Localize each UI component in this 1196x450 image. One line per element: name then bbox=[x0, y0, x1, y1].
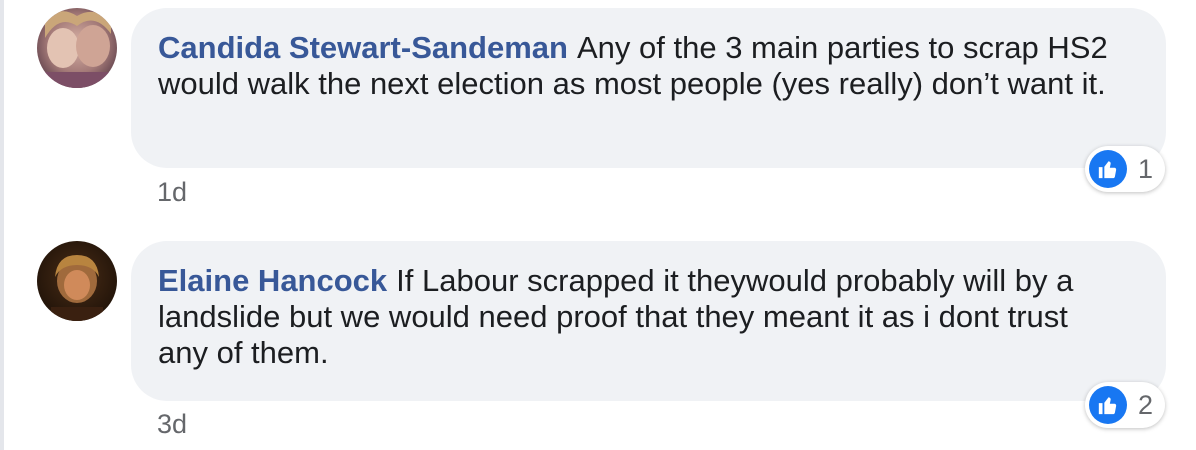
timestamp[interactable]: 3d bbox=[157, 409, 187, 440]
reaction-count: 2 bbox=[1138, 389, 1154, 420]
like-icon bbox=[1089, 386, 1127, 424]
comment: Candida Stewart-Sandeman Any of the 3 mai… bbox=[0, 0, 1196, 225]
like-icon bbox=[1089, 150, 1127, 188]
avatar[interactable] bbox=[37, 241, 117, 321]
avatar[interactable] bbox=[37, 8, 117, 88]
comment: Elaine Hancock If Labour scrapped it they… bbox=[0, 233, 1196, 450]
reaction-pill[interactable]: 2 bbox=[1085, 382, 1165, 428]
author-name[interactable]: Elaine Hancock bbox=[158, 263, 387, 298]
timestamp[interactable]: 1d bbox=[157, 177, 187, 208]
comment-bubble: Elaine Hancock If Labour scrapped it they… bbox=[131, 241, 1166, 401]
reaction-pill[interactable]: 1 bbox=[1085, 146, 1165, 192]
comment-body: Candida Stewart-Sandeman Any of the 3 mai… bbox=[158, 30, 1126, 102]
comment-bubble: Candida Stewart-Sandeman Any of the 3 mai… bbox=[131, 8, 1166, 168]
reaction-count: 1 bbox=[1138, 153, 1154, 184]
author-name[interactable]: Candida Stewart-Sandeman bbox=[158, 30, 568, 65]
comment-body: Elaine Hancock If Labour scrapped it they… bbox=[158, 263, 1126, 371]
